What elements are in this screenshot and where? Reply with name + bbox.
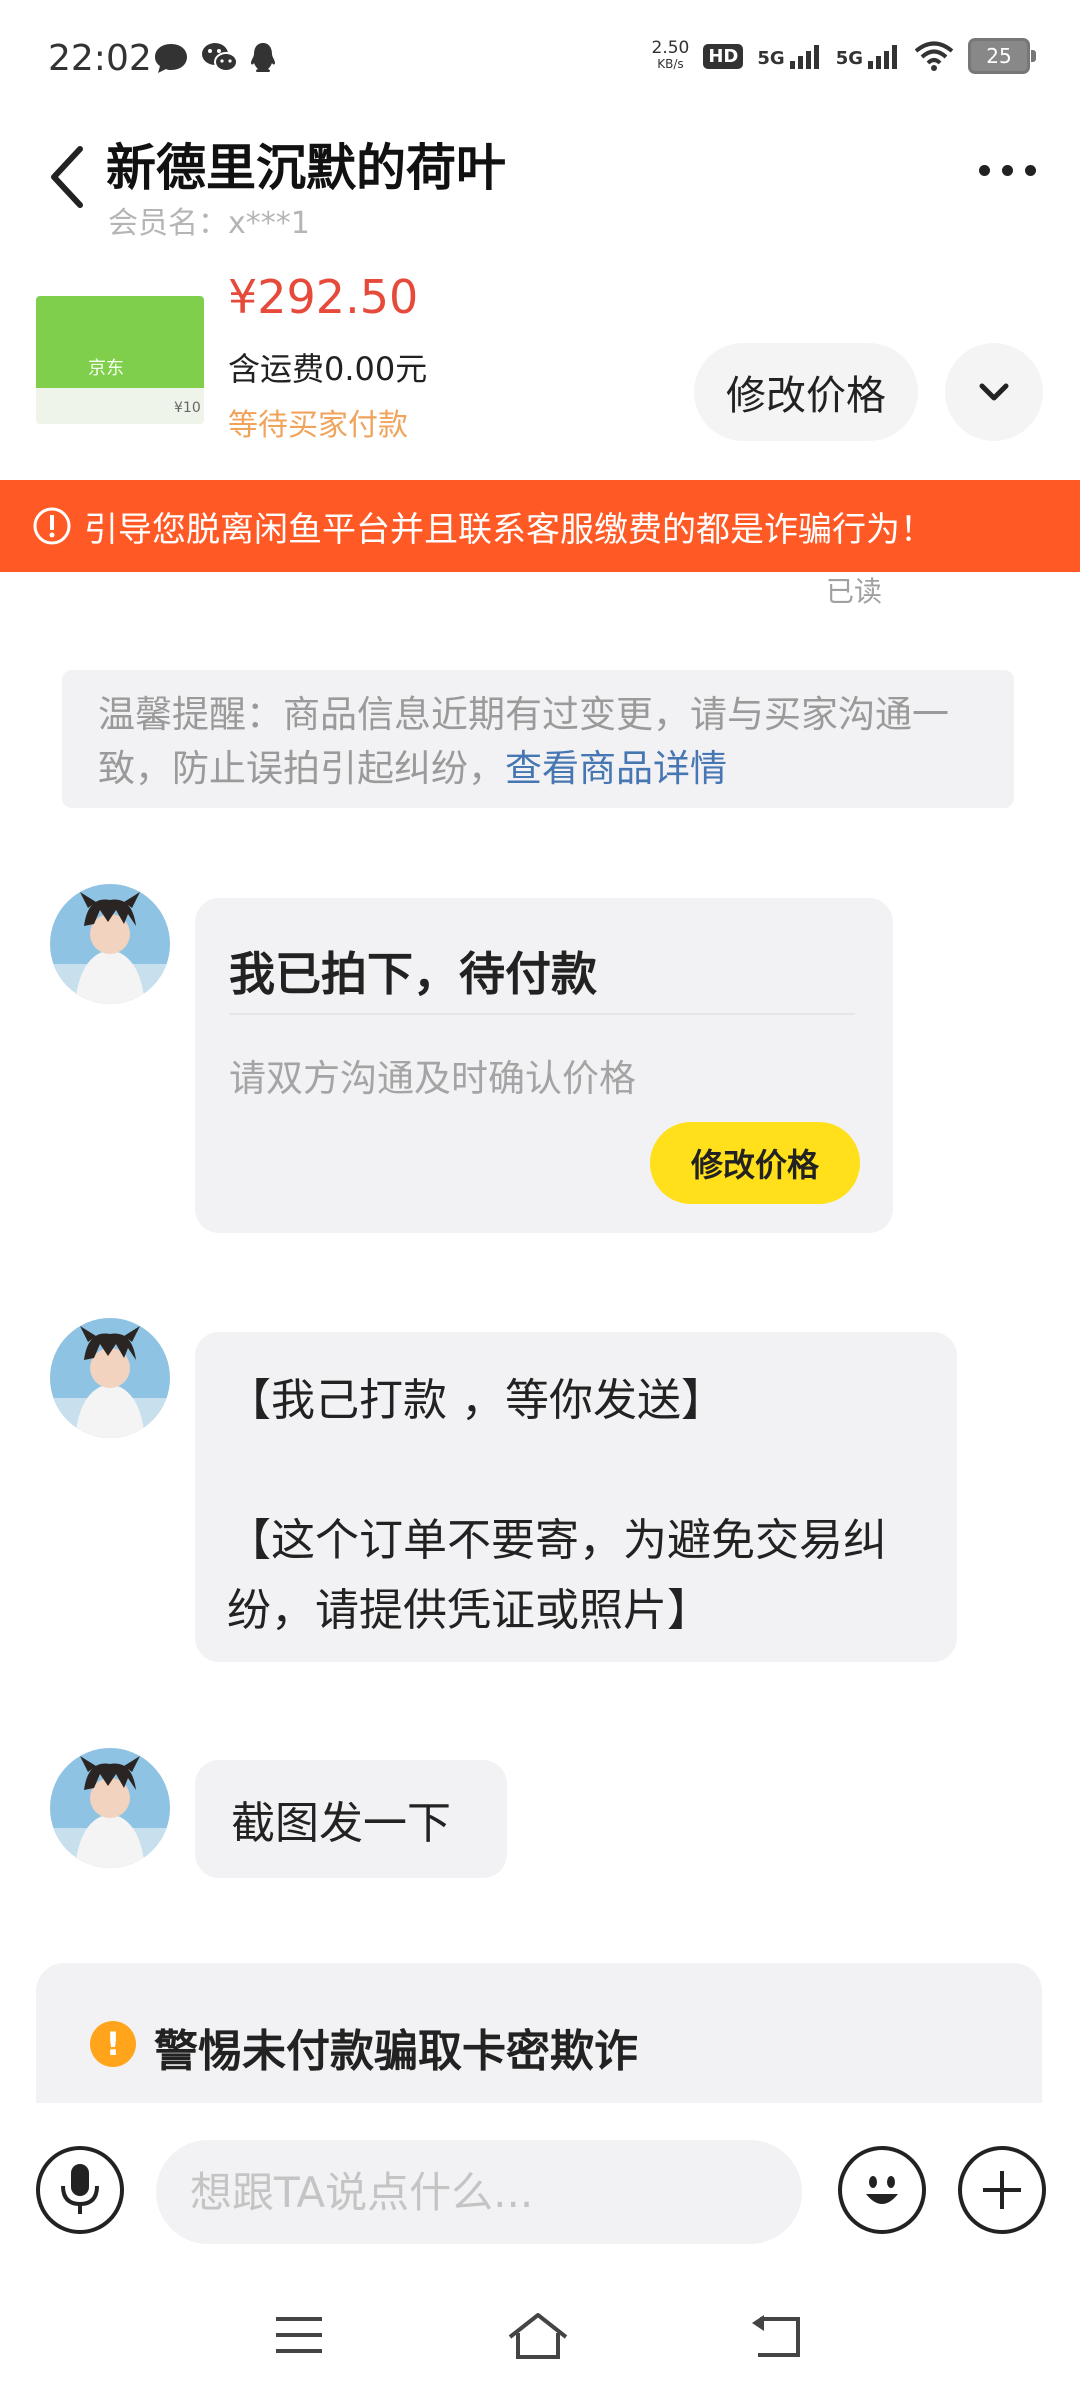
plus-icon (983, 2171, 1021, 2209)
system-navigation-bar (0, 2273, 1080, 2408)
message-line: 【这个订单不要寄，为避免交易纠纷，请提供凭证或照片】 (227, 1515, 887, 1636)
more-dot-icon (1001, 164, 1013, 176)
hd-icon: HD (703, 43, 744, 69)
status-indicators: 2.50 KB/s HD 5G 5G 25 (651, 34, 1036, 78)
card-face-value: ¥10 (174, 400, 201, 416)
chat-message: 【我己打款 ，等你发送】 【这个订单不要寄，为避免交易纠纷，请提供凭证或照片】 (195, 1332, 957, 1662)
avatar[interactable] (50, 1748, 170, 1868)
battery-icon: 25 (968, 38, 1036, 74)
warning-circle-icon (33, 507, 71, 545)
emoji-button[interactable] (838, 2146, 926, 2234)
fraud-warning-banner: 引导您脱离闲鱼平台并且联系客服缴费的都是诈骗行为！ (0, 480, 1080, 572)
menu-icon[interactable] (274, 2313, 324, 2357)
signal-2-icon: 5G (836, 43, 900, 69)
chevron-down-icon (979, 383, 1009, 401)
back-nav-icon[interactable] (750, 2313, 804, 2361)
shipping-info: 含运费0.00元 (228, 350, 428, 388)
wifi-icon (914, 41, 954, 71)
divider (229, 1013, 855, 1015)
more-button[interactable] (962, 140, 1052, 200)
more-dot-icon (978, 164, 990, 176)
status-time: 22:02 (48, 38, 152, 79)
card-title: 我已拍下，待付款 (229, 947, 597, 1001)
signal-1-icon: 5G (757, 43, 821, 69)
warning-text: 引导您脱离闲鱼平台并且联系客服缴费的都是诈骗行为！ (84, 509, 934, 550)
message-icon (155, 44, 187, 73)
status-bar: 22:02 2.50 KB/s HD 5G 5G 25 (0, 0, 1080, 125)
expand-button[interactable] (945, 343, 1043, 441)
wechat-icon (202, 43, 238, 72)
more-dot-icon (1024, 164, 1036, 176)
alert-title: 警惕未付款骗取卡密欺诈 (154, 2026, 638, 2077)
product-thumbnail[interactable]: 京东 ¥10 (36, 296, 204, 424)
message-text: 截图发一下 (231, 1798, 451, 1849)
message-line: 【我己打款 ，等你发送】 (227, 1375, 725, 1426)
card-modify-price-button[interactable]: 修改价格 (650, 1122, 860, 1204)
view-product-details-link[interactable]: 查看商品详情 (505, 747, 727, 790)
chat-message: 截图发一下 (195, 1760, 507, 1878)
home-icon[interactable] (506, 2309, 570, 2363)
emoji-icon (866, 2176, 898, 2204)
chat-title: 新德里沉默的荷叶 (106, 139, 506, 197)
microphone-icon (61, 2164, 99, 2214)
product-price: ¥292.50 (228, 270, 419, 324)
read-status: 已读 (826, 575, 883, 608)
add-button[interactable] (958, 2146, 1046, 2234)
member-name: 会员名：x***1 (108, 206, 310, 241)
jd-logo: 京东 (88, 358, 124, 379)
qq-icon (251, 43, 275, 72)
order-status: 等待买家付款 (228, 408, 408, 443)
voice-button[interactable] (36, 2146, 124, 2234)
avatar[interactable] (50, 1318, 170, 1438)
chevron-left-icon (51, 146, 83, 208)
net-speed: 2.50 KB/s (651, 38, 690, 72)
alert-icon: ! (90, 2021, 136, 2067)
tip-box: 温馨提醒：商品信息近期有过变更，请与买家沟通一致，防止误拍引起纠纷，查看商品详情 (62, 670, 1014, 808)
back-button[interactable] (40, 135, 100, 215)
modify-price-button[interactable]: 修改价格 (694, 343, 918, 441)
message-input[interactable] (156, 2140, 802, 2244)
card-subtitle: 请双方沟通及时确认价格 (229, 1057, 636, 1100)
avatar[interactable] (50, 884, 170, 1004)
order-card-message: 我已拍下，待付款 请双方沟通及时确认价格 修改价格 (195, 898, 893, 1233)
fraud-alert-box: ! 警惕未付款骗取卡密欺诈 (36, 1963, 1042, 2103)
